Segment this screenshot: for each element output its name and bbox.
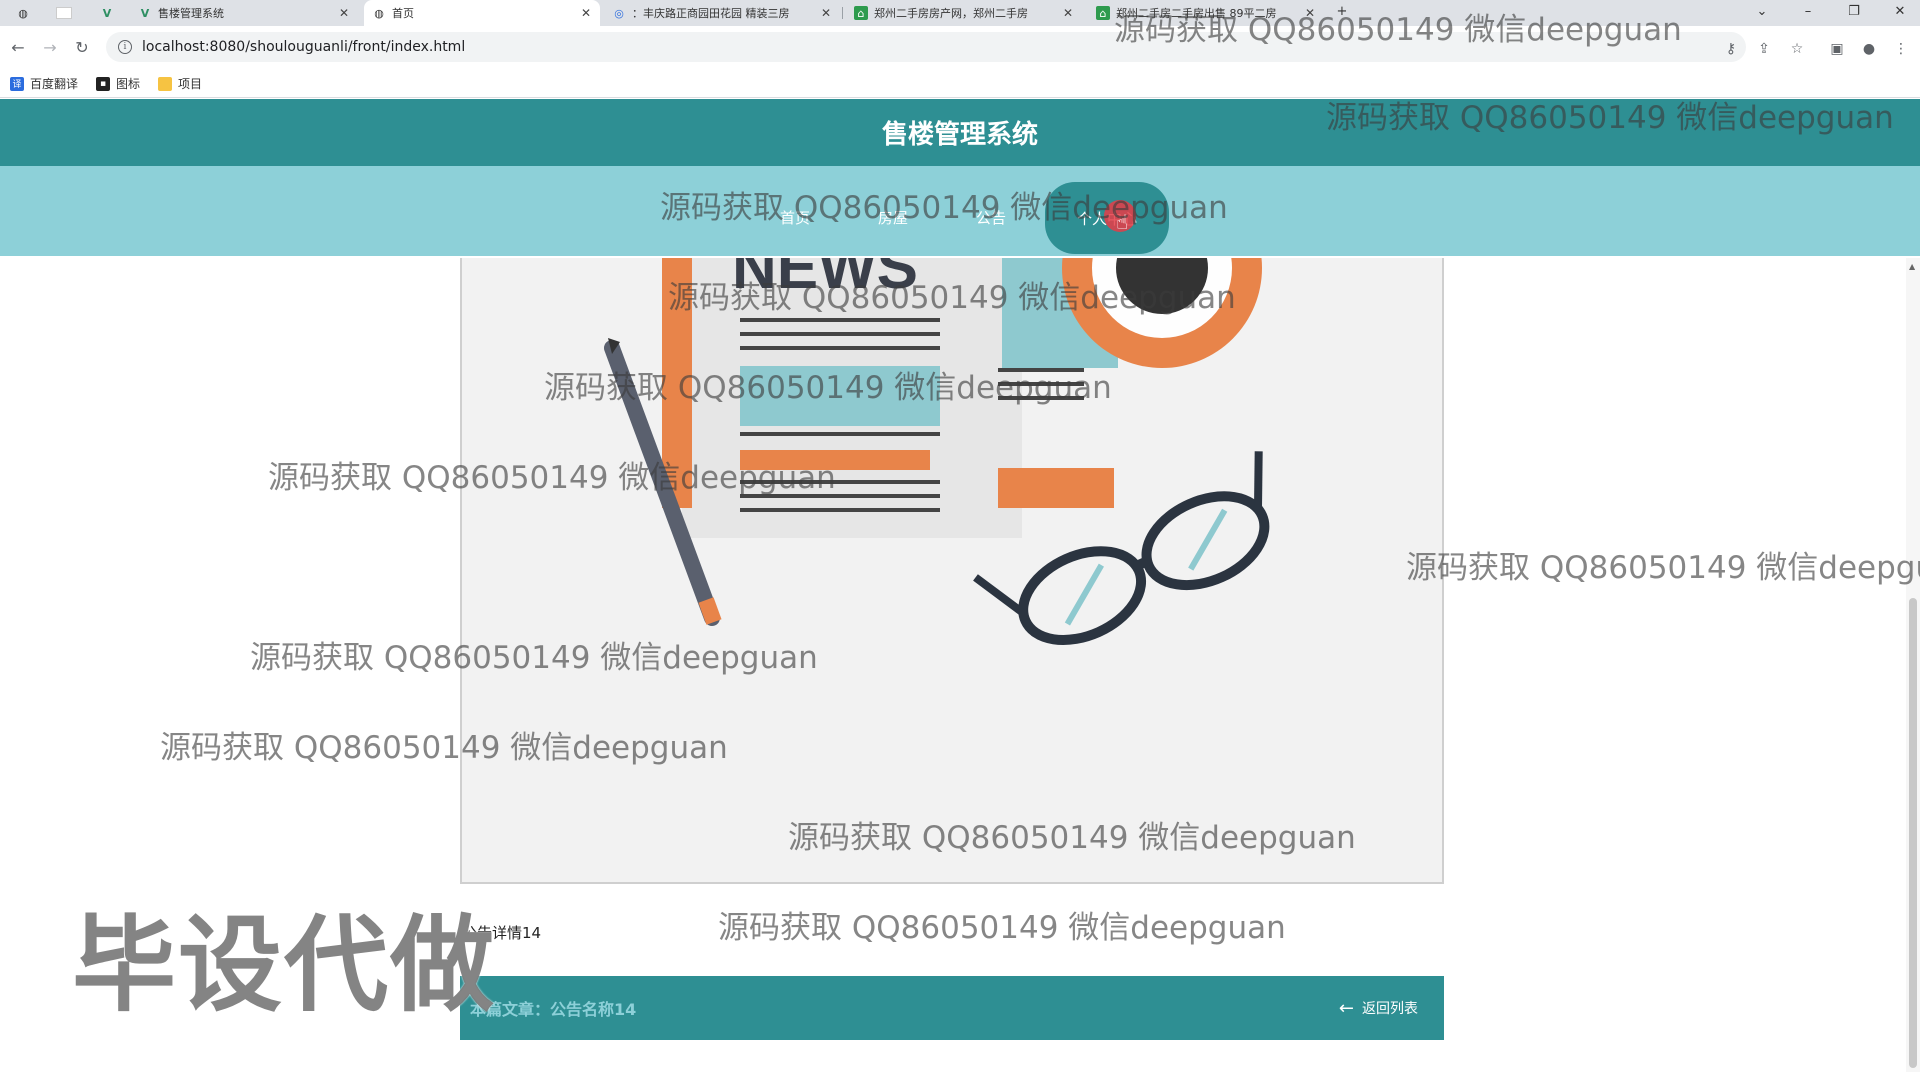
- news-headline: NEWS: [732, 258, 918, 302]
- bookmarks-bar: 译 百度翻译 ▪ 图标 项目: [0, 70, 1920, 98]
- news-illustration: NEWS: [604, 258, 1270, 646]
- nav-item-notices[interactable]: 公告: [976, 207, 1006, 228]
- tab-listing-3[interactable]: ⌂ 郑州二手房二手房出售 89平二房 ✕: [1088, 0, 1324, 26]
- url-text: localhost:8080/shoulouguanli/front/index…: [142, 39, 466, 55]
- share-icon[interactable]: ⇪: [1755, 40, 1773, 58]
- bookmark-label: 项目: [178, 77, 203, 91]
- tab-pinned-3[interactable]: V: [92, 0, 128, 26]
- nav-item-houses[interactable]: 房屋: [878, 207, 908, 228]
- scroll-thumb[interactable]: [1909, 598, 1917, 1068]
- new-tab-button[interactable]: +: [1332, 4, 1352, 19]
- close-window-button[interactable]: ✕: [1890, 4, 1910, 19]
- globe-icon: ◍: [18, 6, 28, 20]
- tab-title: 郑州二手房房产网，郑州二手房: [874, 7, 1028, 20]
- globe-icon: ◍: [374, 6, 384, 20]
- vue-icon: V: [140, 6, 150, 20]
- key-icon[interactable]: ⚷: [1722, 40, 1740, 58]
- tab-title: ：丰庆路正商园田花园 精装三房: [632, 7, 790, 20]
- back-arrow-icon[interactable]: ←: [6, 36, 30, 60]
- tab-pinned-2[interactable]: [48, 0, 84, 26]
- tab-title: 首页: [392, 7, 414, 20]
- tab-title: 郑州二手房二手房出售 89平二房: [1116, 7, 1277, 20]
- tab-search-chevron-icon[interactable]: ⌄: [1752, 4, 1772, 19]
- tab-listing-1[interactable]: ◎ ：丰庆路正商园田花园 精装三房 ✕: [604, 0, 840, 26]
- folder-icon: [158, 76, 173, 91]
- tab-system[interactable]: V 售楼管理系统 ✕: [130, 0, 358, 26]
- arrow-left-icon: ←: [1338, 997, 1354, 1019]
- tab-separator: [842, 7, 843, 19]
- news-image: NEWS: [460, 258, 1444, 884]
- minimize-button[interactable]: –: [1798, 4, 1818, 19]
- blue-circle-icon: ◎: [614, 6, 624, 20]
- page-scrollbar[interactable]: ▲: [1906, 258, 1920, 1072]
- star-icon[interactable]: ☆: [1788, 40, 1806, 58]
- profile-icon[interactable]: ●: [1860, 40, 1878, 58]
- close-icon[interactable]: ✕: [818, 6, 834, 20]
- tab-listing-2[interactable]: ⌂ 郑州二手房房产网，郑州二手房 ✕: [846, 0, 1082, 26]
- bookmark-translate[interactable]: 译 百度翻译: [10, 75, 78, 92]
- bookmark-project[interactable]: 项目: [158, 75, 202, 92]
- green-house-icon: ⌂: [1096, 6, 1110, 20]
- site-header: 售楼管理系统: [0, 99, 1920, 166]
- sidebar-icon[interactable]: ▣: [1828, 40, 1846, 58]
- tab-pinned-1[interactable]: ◍: [8, 0, 44, 26]
- watermark-stamp: 毕设代做: [72, 904, 497, 1026]
- back-to-list-button[interactable]: ← 返回列表: [1339, 998, 1418, 1019]
- notice-detail: 公告详情14: [462, 924, 542, 942]
- tab-title: 售楼管理系统: [158, 7, 224, 20]
- bookmark-label: 图标: [116, 77, 141, 91]
- translate-icon: 译: [10, 76, 24, 91]
- blank-page-icon: [56, 7, 72, 19]
- close-icon[interactable]: ✕: [336, 6, 352, 20]
- watermark: 源码获取 QQ86050149 微信deepguan: [1406, 550, 1920, 586]
- bookmark-icons[interactable]: ▪ 图标: [96, 75, 140, 92]
- close-icon[interactable]: ✕: [1302, 6, 1318, 20]
- hand-pointer-icon: ☝: [1116, 210, 1129, 234]
- reload-icon[interactable]: ↻: [70, 36, 94, 60]
- site-title: 售楼管理系统: [881, 120, 1038, 150]
- bookmark-label: 百度翻译: [30, 77, 79, 91]
- back-to-list-label: 返回列表: [1362, 1001, 1418, 1017]
- tab-home[interactable]: ◍ 首页 ✕: [364, 0, 600, 26]
- scroll-up-icon[interactable]: ▲: [1909, 262, 1915, 271]
- vue-icon: V: [102, 6, 112, 20]
- watermark: 源码获取 QQ86050149 微信deepguan: [718, 910, 1286, 946]
- info-icon[interactable]: i: [118, 40, 132, 54]
- menu-dots-icon[interactable]: ⋮: [1892, 40, 1910, 58]
- green-house-icon: ⌂: [854, 6, 868, 20]
- site-nav: [0, 166, 1920, 256]
- nav-item-home[interactable]: 首页: [780, 207, 810, 228]
- close-icon[interactable]: ✕: [1060, 6, 1076, 20]
- address-bar-row: ← → ↻ i localhost:8080/shoulouguanli/fro…: [0, 26, 1920, 70]
- article-footer-bar: 本篇文章：公告名称14 ← 返回列表: [460, 976, 1444, 1040]
- url-input[interactable]: i localhost:8080/shoulouguanli/front/ind…: [106, 32, 1746, 62]
- close-icon[interactable]: ✕: [578, 6, 594, 20]
- image-icon: ▪: [96, 76, 111, 91]
- browser-tab-bar: ◍ V V 售楼管理系统 ✕ ◍ 首页 ✕ ◎ ：丰庆路正商园田花园 精装三房 …: [0, 0, 1920, 26]
- current-article-label: 本篇文章：公告名称14: [470, 1000, 637, 1019]
- restore-button[interactable]: ❐: [1844, 4, 1864, 19]
- forward-arrow-icon[interactable]: →: [38, 36, 62, 60]
